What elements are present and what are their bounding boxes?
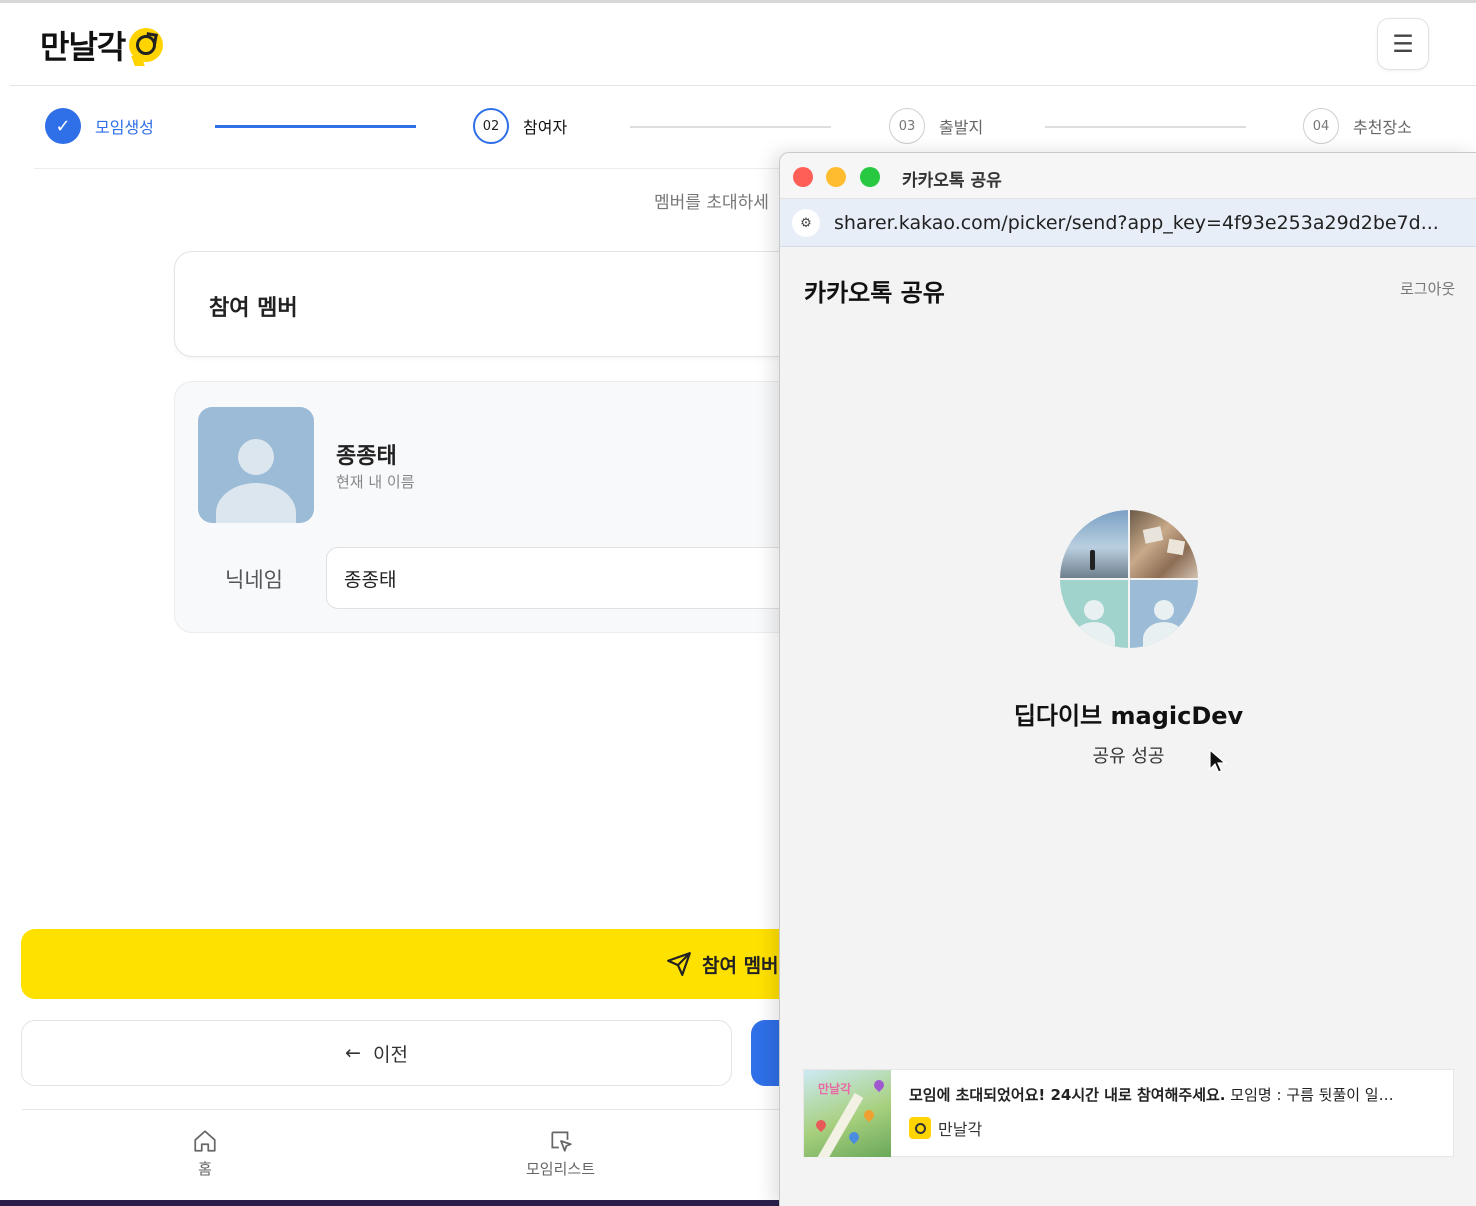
message-text: 모임에 초대되었어요! 24시간 내로 참여해주세요. 모임명 : 구름 뒷풀이…	[909, 1084, 1439, 1105]
logo-badge-icon	[129, 28, 164, 62]
logout-link[interactable]: 로그아웃	[1400, 278, 1455, 299]
message-bold: 모임에 초대되었어요! 24시간 내로 참여해주세요.	[909, 1086, 1226, 1104]
recipient-name: 딥다이브 magicDev	[1013, 702, 1244, 730]
step-label: 추천장소	[1353, 118, 1412, 137]
send-icon	[667, 952, 691, 976]
maximize-window-button[interactable]	[860, 167, 880, 187]
nickname-label: 닉네임	[225, 568, 283, 592]
step-connector-done	[215, 125, 416, 128]
member-name: 종종태	[336, 444, 397, 469]
step-1: ✓ 모임생성	[45, 108, 154, 144]
thumbnail-title: 만날각	[818, 1082, 852, 1096]
step-label: 참여자	[523, 118, 568, 137]
invite-instruction: 멤버를 초대하세	[654, 193, 769, 213]
members-card-title: 참여 멤버	[209, 296, 298, 321]
members-card: 참여 멤버	[174, 251, 814, 357]
nav-meeting-list-label: 모임리스트	[526, 1160, 596, 1178]
popup-window-title: 카카오톡 공유	[902, 171, 1002, 191]
minimize-window-button[interactable]	[826, 167, 846, 187]
step-2: 02 참여자	[473, 108, 567, 144]
home-icon	[194, 1130, 216, 1152]
my-member-card: 종종태 현재 내 이름 닉네임	[174, 381, 846, 633]
avatar	[198, 407, 314, 523]
close-window-button[interactable]	[793, 167, 813, 187]
share-heading: 카카오톡 공유	[804, 279, 945, 307]
app-badge-icon	[909, 1117, 931, 1139]
popup-url-bar[interactable]: ⚙ sharer.kakao.com/picker/send?app_key=4…	[780, 199, 1476, 247]
message-app: 만날각	[909, 1116, 982, 1140]
kakao-share-popup: 카카오톡 공유 ⚙ sharer.kakao.com/picker/send?a…	[779, 152, 1476, 1206]
prev-button-label: 이전	[372, 1043, 408, 1066]
nav-home[interactable]: 홈	[190, 1128, 220, 1179]
popup-titlebar: 카카오톡 공유	[780, 153, 1476, 199]
step-label: 모임생성	[95, 118, 154, 137]
mouse-pointer-icon	[1209, 749, 1227, 773]
step-number: 02	[473, 108, 509, 144]
step-3: 03 출발지	[889, 108, 983, 144]
hamburger-icon: ☰	[1392, 30, 1414, 58]
nav-meeting-list[interactable]: 모임리스트	[526, 1128, 595, 1179]
group-avatar	[1060, 510, 1198, 648]
step-connector	[630, 126, 831, 128]
site-settings-icon[interactable]: ⚙	[792, 209, 820, 237]
step-4: 04 추천장소	[1303, 108, 1412, 144]
message-app-name: 만날각	[938, 1120, 983, 1139]
step-number: 03	[889, 108, 925, 144]
message-thumbnail: 만날각	[804, 1070, 891, 1157]
step-number: 04	[1303, 108, 1339, 144]
check-icon: ✓	[45, 108, 81, 144]
cursor-list-icon	[550, 1131, 572, 1152]
logo-text: 만날각	[40, 28, 126, 66]
top-border	[0, 0, 1476, 3]
popup-url: sharer.kakao.com/picker/send?app_key=4f9…	[834, 212, 1439, 234]
arrow-left-icon: ←	[345, 1042, 361, 1064]
nav-home-label: 홈	[198, 1160, 212, 1178]
share-status: 공유 성공	[1092, 746, 1165, 767]
share-button-label: 참여 멤버	[702, 954, 779, 977]
menu-button[interactable]: ☰	[1377, 18, 1429, 70]
message-rest: 모임명 : 구름 뒷풀이 일…	[1225, 1086, 1394, 1104]
header-divider	[10, 85, 1476, 86]
member-subtitle: 현재 내 이름	[336, 473, 415, 491]
step-label: 출발지	[939, 118, 984, 137]
message-preview[interactable]: 만날각 모임에 초대되었어요! 24시간 내로 참여해주세요. 모임명 : 구름…	[803, 1069, 1454, 1157]
logo[interactable]: 만날각	[40, 22, 164, 68]
prev-button[interactable]: ← 이전	[21, 1020, 732, 1086]
step-connector	[1045, 126, 1246, 128]
nickname-input[interactable]	[326, 547, 846, 609]
